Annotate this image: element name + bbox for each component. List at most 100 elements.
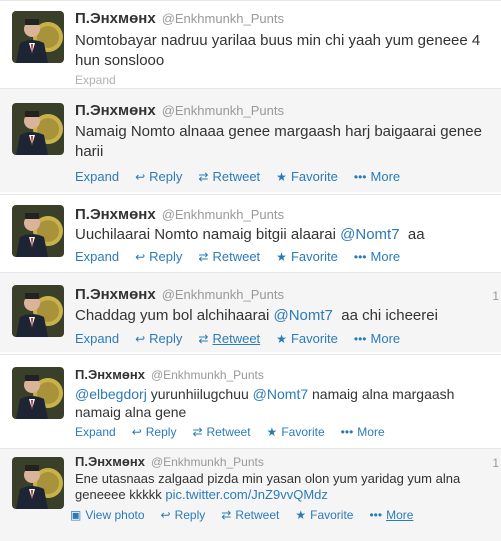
author-name[interactable]: П.Энхмөнх @Enkhmunkh_Punts: [75, 102, 284, 119]
more-button[interactable]: ••• More: [369, 508, 413, 522]
more-button[interactable]: ••• More: [354, 169, 400, 184]
author-name[interactable]: П.Энхмөнх @Enkhmunkh_Punts: [75, 367, 264, 382]
mention-link[interactable]: @Nomt7: [273, 307, 332, 324]
favorite-label[interactable]: Favorite: [310, 508, 353, 522]
favorite-label[interactable]: Favorite: [291, 169, 338, 184]
tweet-text-part: Uuchilaarai Nomto namaig bitgii alaarai: [75, 226, 341, 243]
reply-label[interactable]: Reply: [175, 508, 206, 522]
retweet-button[interactable]: ⇄ Retweet: [198, 169, 260, 184]
reply-button[interactable]: ↩ Reply: [132, 425, 177, 439]
author-handle[interactable]: @Enkhmunkh_Punts: [162, 207, 284, 222]
expand-button[interactable]: Expand: [75, 331, 119, 346]
reply-button[interactable]: ↩ Reply: [135, 249, 182, 264]
mention-link[interactable]: @Nomt7: [253, 386, 308, 402]
favorite-button[interactable]: ★ Favorite: [267, 425, 325, 439]
author-display-name[interactable]: П.Энхмөнх: [75, 367, 145, 382]
author-handle[interactable]: @Enkhmunkh_Punts: [162, 287, 284, 302]
reply-button[interactable]: ↩ Reply: [135, 169, 182, 184]
favorite-label[interactable]: Favorite: [291, 249, 338, 264]
more-label[interactable]: More: [371, 249, 401, 264]
favorite-button[interactable]: ★ Favorite: [276, 249, 338, 264]
star-icon: ★: [295, 508, 307, 522]
more-dots-icon: •••: [369, 508, 383, 522]
expand-button[interactable]: Expand: [75, 169, 119, 184]
author-name[interactable]: П.Энхмөнх @Enkhmunkh_Punts: [75, 454, 264, 469]
retweet-label[interactable]: Retweet: [212, 249, 260, 264]
tweet-item[interactable]: П.Энхмөнх @Enkhmunkh_Punts @elbegdorj yur…: [0, 354, 501, 446]
retweet-icon: ⇄: [198, 331, 209, 346]
favorite-label[interactable]: Favorite: [281, 425, 324, 439]
author-display-name[interactable]: П.Энхмөнх: [75, 10, 156, 27]
avatar[interactable]: [12, 11, 64, 63]
author-name[interactable]: П.Энхмөнх @Enkhmunkh_Punts: [75, 206, 284, 223]
retweet-button[interactable]: ⇄ Retweet: [198, 331, 260, 346]
tweet-item[interactable]: П.Энхмөнх @Enkhmunkh_Punts Uuchilaarai No…: [0, 194, 501, 270]
author-handle[interactable]: @Enkhmunkh_Punts: [162, 103, 284, 118]
tweet-item[interactable]: П.Энхмөнх @Enkhmunkh_Punts 1 Ene utasnaas…: [0, 448, 501, 541]
avatar[interactable]: [12, 205, 64, 257]
more-label[interactable]: More: [371, 331, 401, 346]
avatar[interactable]: [12, 457, 64, 509]
reply-label[interactable]: Reply: [149, 331, 182, 346]
mention-link[interactable]: @Nomt7: [340, 226, 399, 243]
star-icon: ★: [276, 169, 287, 184]
more-button[interactable]: ••• More: [354, 249, 400, 264]
tweet-actions: Expand ↩ Reply ⇄ Retweet ★ Favorite ••• More: [75, 169, 416, 184]
avatar[interactable]: [12, 367, 64, 419]
reply-label[interactable]: Reply: [149, 249, 182, 264]
more-label[interactable]: More: [371, 169, 401, 184]
favorite-button[interactable]: ★ Favorite: [276, 169, 338, 184]
view-photo-button[interactable]: ▣ View photo: [70, 508, 145, 522]
author-handle[interactable]: @Enkhmunkh_Punts: [162, 11, 284, 26]
author-handle[interactable]: @Enkhmunkh_Punts: [151, 368, 264, 382]
expand-button[interactable]: Expand: [75, 249, 119, 264]
mention-link[interactable]: @elbegdorj: [75, 386, 147, 402]
author-display-name[interactable]: П.Энхмөнх: [75, 102, 156, 119]
favorite-button[interactable]: ★ Favorite: [276, 331, 338, 346]
tweet-timestamp[interactable]: 1: [492, 289, 499, 303]
retweet-label[interactable]: Retweet: [212, 169, 260, 184]
reply-icon: ↩: [160, 508, 171, 522]
reply-button[interactable]: ↩ Reply: [135, 331, 182, 346]
author-name[interactable]: П.Энхмөнх @Enkhmunkh_Punts: [75, 10, 284, 27]
tweet-item[interactable]: П.Энхмөнх @Enkhmunkh_Punts 1 Chaddag yum …: [0, 272, 501, 352]
more-button[interactable]: ••• More: [354, 331, 400, 346]
avatar[interactable]: [12, 285, 64, 337]
tweet-text: Ene utasnaas zalgaad pizda min yasan olo…: [75, 471, 475, 503]
favorite-label[interactable]: Favorite: [291, 331, 338, 346]
reply-label[interactable]: Reply: [146, 425, 177, 439]
reply-label[interactable]: Reply: [149, 169, 182, 184]
expand-label[interactable]: Expand: [75, 169, 119, 184]
more-label[interactable]: More: [357, 425, 384, 439]
retweet-button[interactable]: ⇄ Retweet: [221, 508, 279, 522]
more-label[interactable]: More: [386, 508, 413, 522]
view-photo-label[interactable]: View photo: [85, 508, 144, 522]
retweet-label[interactable]: Retweet: [207, 425, 251, 439]
expand-button[interactable]: Expand: [75, 425, 116, 439]
retweet-label[interactable]: Retweet: [212, 331, 260, 346]
tweet-text: Chaddag yum bol alchihaarai @Nomt7 aa ch…: [75, 306, 485, 326]
author-display-name[interactable]: П.Энхмөнх: [75, 286, 156, 303]
tweet-timestamp[interactable]: 1: [492, 456, 499, 470]
avatar[interactable]: [12, 103, 64, 155]
tweet-actions: Expand ↩ Reply ⇄ Retweet ★ Favorite ••• More: [75, 331, 416, 346]
tweet-item[interactable]: П.Энхмөнх @Enkhmunkh_Punts Namaig Nomto a…: [0, 88, 501, 192]
author-name[interactable]: П.Энхмөнх @Enkhmunkh_Punts: [75, 286, 284, 303]
retweet-label[interactable]: Retweet: [235, 508, 279, 522]
author-display-name[interactable]: П.Энхмөнх: [75, 454, 145, 469]
expand-label[interactable]: Expand: [75, 331, 119, 346]
tweet-text-part: aa chi icheerei: [332, 307, 438, 324]
expand-label[interactable]: Expand: [75, 425, 116, 439]
author-display-name[interactable]: П.Энхмөнх: [75, 206, 156, 223]
retweet-button[interactable]: ⇄ Retweet: [198, 249, 260, 264]
reply-icon: ↩: [135, 169, 146, 184]
photo-link[interactable]: pic.twitter.com/JnZ9vvQMdz: [165, 487, 328, 502]
reply-button[interactable]: ↩ Reply: [161, 508, 206, 522]
favorite-button[interactable]: ★ Favorite: [295, 508, 353, 522]
expand-label[interactable]: Expand: [75, 249, 119, 264]
author-handle[interactable]: @Enkhmunkh_Punts: [151, 455, 264, 469]
retweet-button[interactable]: ⇄ Retweet: [192, 425, 250, 439]
expand-link-partial[interactable]: Expand: [75, 73, 116, 87]
more-button[interactable]: ••• More: [341, 425, 385, 439]
tweet-item[interactable]: П.Энхмөнх @Enkhmunkh_Punts Nomtobayar nad…: [0, 0, 501, 87]
